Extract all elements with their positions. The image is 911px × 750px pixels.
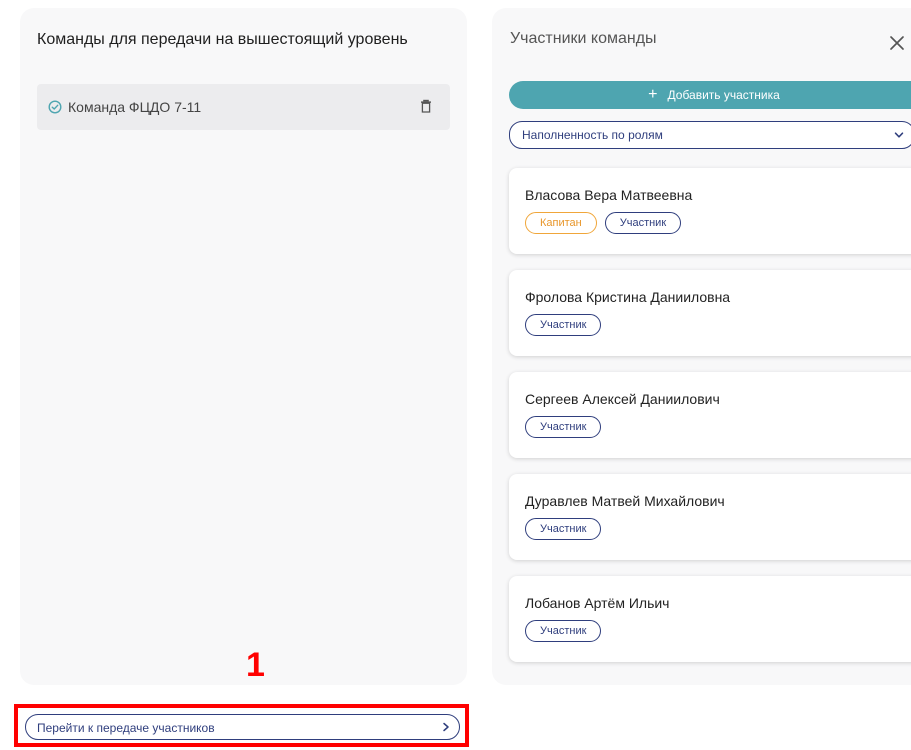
member-roles: Участник — [525, 518, 602, 540]
team-members-title: Участники команды — [510, 30, 657, 47]
plus-icon: + — [648, 86, 658, 103]
annotation-number: 1 — [246, 646, 265, 684]
member-roles: Участник — [525, 314, 602, 336]
team-list-item[interactable]: Команда ФЦДО 7-11 — [37, 84, 450, 130]
role-badge-member: Участник — [604, 212, 682, 234]
transfer-teams-panel: Команды для передачи на вышестоящий уров… — [20, 8, 467, 685]
member-card[interactable]: Сергеев Алексей Даниилович Участник — [509, 372, 911, 458]
transfer-teams-title: Команды для передачи на вышестоящий уров… — [37, 31, 408, 48]
go-to-transfer-label: Перейти к передаче участников — [37, 721, 215, 735]
role-badge-captain: Капитан — [525, 212, 597, 234]
chevron-right-icon — [443, 722, 449, 732]
member-name: Сергеев Алексей Даниилович — [525, 391, 720, 407]
member-name: Фролова Кристина Данииловна — [525, 289, 731, 305]
team-name: Команда ФЦДО 7-11 — [68, 99, 202, 115]
member-card[interactable]: Фролова Кристина Данииловна Участник — [509, 270, 911, 356]
member-name: Власова Вера Матвеевна — [525, 187, 693, 203]
roles-fill-select[interactable]: Наполненность по ролям — [509, 121, 911, 149]
close-icon[interactable] — [889, 35, 905, 51]
check-circle-icon — [48, 100, 62, 114]
add-member-button[interactable]: + Добавить участника — [509, 81, 911, 109]
team-members-panel: Участники команды + Добавить участника Н… — [492, 8, 911, 685]
member-roles: Участник — [525, 416, 602, 438]
go-to-transfer-button[interactable]: Перейти к передаче участников — [25, 714, 460, 740]
member-card[interactable]: Лобанов Артём Ильич Участник — [509, 576, 911, 662]
chevron-down-icon — [894, 132, 904, 138]
member-roles: Капитан Участник — [525, 212, 682, 234]
roles-fill-label: Наполненность по ролям — [522, 128, 663, 142]
role-badge-member: Участник — [525, 620, 602, 642]
member-card[interactable]: Власова Вера Матвеевна Капитан Участник — [509, 168, 911, 254]
role-badge-member: Участник — [525, 416, 602, 438]
trash-icon[interactable] — [420, 99, 432, 113]
member-name: Лобанов Артём Ильич — [525, 595, 670, 611]
member-card[interactable]: Дуравлев Матвей Михайлович Участник — [509, 474, 911, 560]
role-badge-member: Участник — [525, 314, 602, 336]
add-member-label: Добавить участника — [667, 88, 780, 102]
member-roles: Участник — [525, 620, 602, 642]
role-badge-member: Участник — [525, 518, 602, 540]
member-name: Дуравлев Матвей Михайлович — [525, 493, 725, 509]
